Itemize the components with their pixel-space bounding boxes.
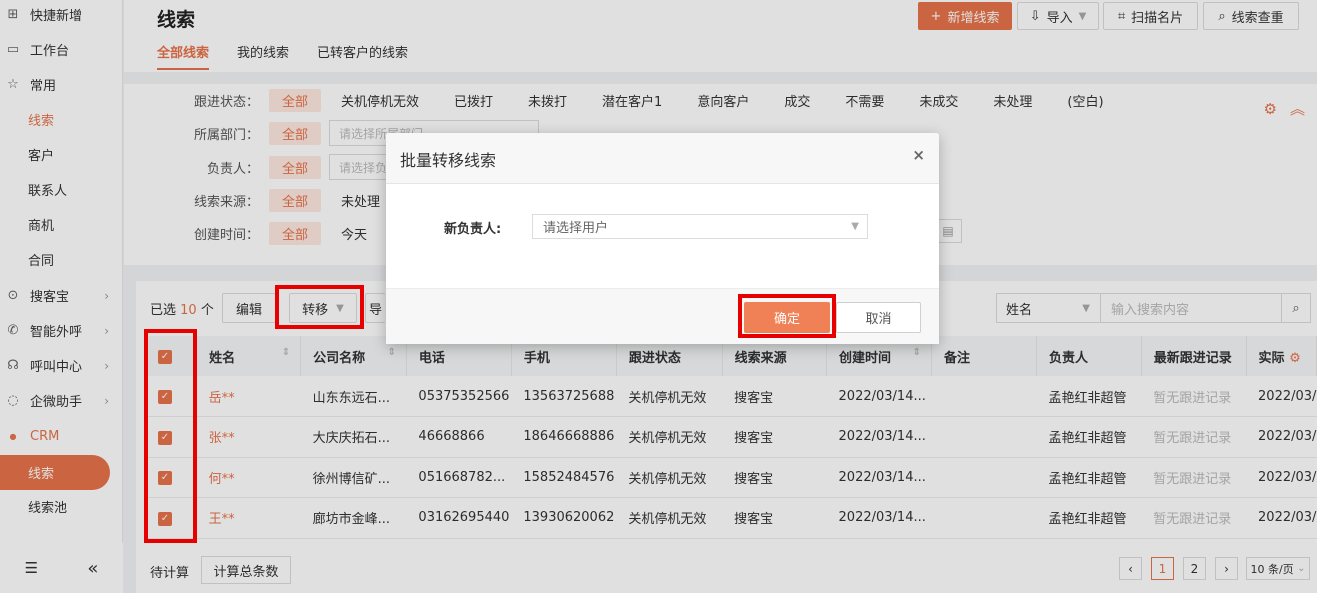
cancel-button[interactable]: 取消 (836, 302, 921, 333)
new-owner-select[interactable]: 请选择用户 ▼ (532, 214, 868, 239)
dialog-header: 批量转移线索 × (386, 133, 939, 184)
dialog-title: 批量转移线索 (400, 151, 497, 170)
highlight-checkboxes (144, 329, 197, 543)
new-owner-label: 新负责人: (444, 222, 502, 237)
batch-transfer-dialog: 批量转移线索 × 新负责人: 请选择用户 ▼ 确定 取消 (386, 133, 939, 344)
dialog-footer: 确定 取消 (386, 288, 939, 344)
close-icon[interactable]: × (912, 146, 925, 164)
highlight-transfer (275, 285, 364, 329)
highlight-confirm (738, 294, 836, 338)
chevron-down-icon: ▼ (851, 221, 859, 232)
